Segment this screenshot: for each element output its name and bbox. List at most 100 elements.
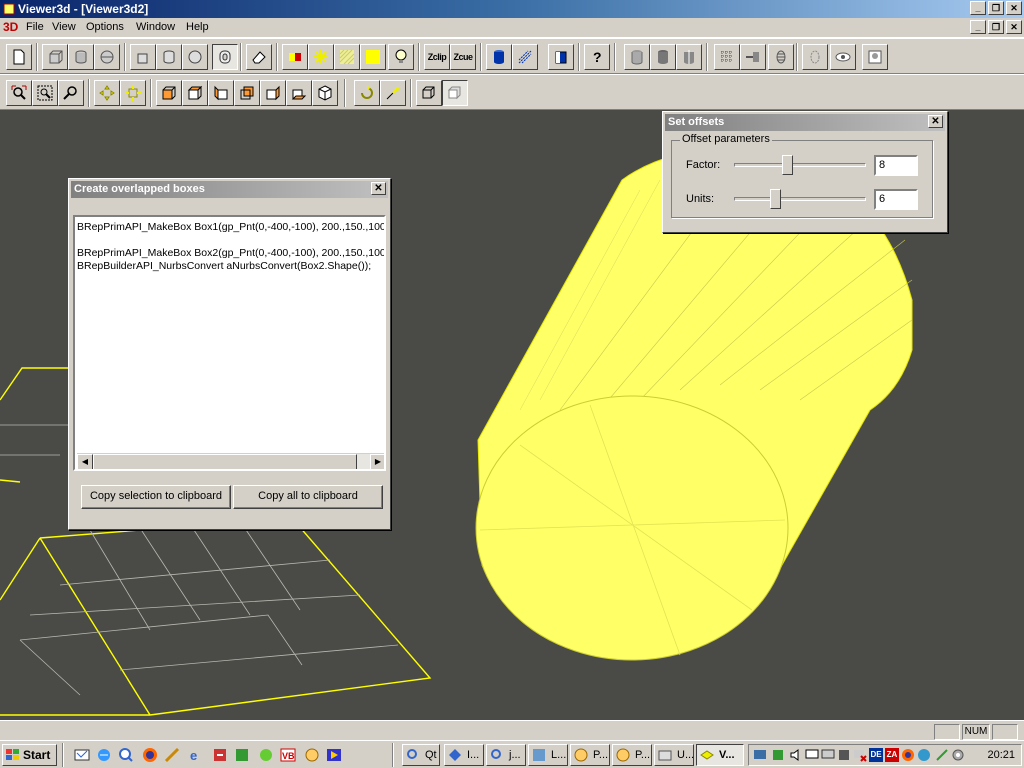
link-icon[interactable] — [935, 748, 949, 762]
mdi-restore-button[interactable]: ❐ — [988, 20, 1004, 34]
menu-file[interactable]: File — [26, 21, 44, 33]
reset-view-button[interactable] — [380, 80, 406, 106]
box-wire-button[interactable] — [130, 44, 156, 70]
task-6[interactable]: P... — [612, 744, 652, 766]
tray-app-icon[interactable] — [771, 748, 785, 762]
shaded-button[interactable] — [442, 80, 468, 106]
firefox-icon[interactable] — [142, 747, 158, 763]
monitor-icon[interactable] — [805, 748, 819, 762]
copy-selection-button[interactable]: Copy selection to clipboard — [81, 485, 231, 509]
units-slider[interactable] — [734, 197, 866, 201]
units-value-field[interactable]: 6 — [874, 189, 918, 210]
cylinder-gray-button[interactable] — [624, 44, 650, 70]
texture-button[interactable] — [334, 44, 360, 70]
show-desktop-icon[interactable] — [74, 747, 90, 763]
cylinder-half-button[interactable] — [676, 44, 702, 70]
menu-view[interactable]: View — [52, 21, 76, 33]
zclip-button[interactable]: Zclip — [424, 44, 450, 70]
task-5[interactable]: P... — [570, 744, 610, 766]
photo-button[interactable] — [862, 44, 888, 70]
network-icon[interactable] — [753, 748, 767, 762]
clock-app-icon[interactable] — [304, 747, 320, 763]
lamp-button[interactable] — [388, 44, 414, 70]
left-view-button[interactable] — [208, 80, 234, 106]
sphere-button[interactable] — [94, 44, 120, 70]
tools-icon[interactable] — [164, 747, 180, 763]
top-view-button[interactable] — [182, 80, 208, 106]
spring-button[interactable] — [768, 44, 794, 70]
copy-all-button[interactable]: Copy all to clipboard — [233, 485, 383, 509]
app-icon-red[interactable] — [212, 747, 228, 763]
shield-icon[interactable] — [917, 748, 931, 762]
front-view-button[interactable] — [156, 80, 182, 106]
menu-window[interactable]: Window — [136, 21, 175, 33]
cylinder-button[interactable] — [68, 44, 94, 70]
restore-button[interactable]: ❐ — [988, 1, 1004, 15]
factor-slider-thumb[interactable] — [782, 155, 794, 175]
pc-icon[interactable] — [821, 748, 835, 762]
internet-icon[interactable] — [96, 747, 112, 763]
zoom-button[interactable] — [58, 80, 84, 106]
mdi-close-button[interactable]: ✕ — [1006, 20, 1022, 34]
wireframe-button[interactable] — [416, 80, 442, 106]
hlr-button[interactable] — [512, 44, 538, 70]
help-button[interactable]: ? — [584, 44, 610, 70]
document-3d-badge[interactable]: 3D — [3, 20, 18, 34]
axo-view-button[interactable] — [312, 80, 338, 106]
shading-button[interactable] — [486, 44, 512, 70]
scroll-right-button[interactable]: ▶ — [370, 454, 384, 469]
torus-button[interactable] — [212, 44, 238, 70]
menu-help[interactable]: Help — [186, 21, 209, 33]
disconnected-icon[interactable] — [853, 748, 867, 762]
right-view-button[interactable] — [260, 80, 286, 106]
volume-icon[interactable] — [789, 748, 803, 762]
cpu-icon[interactable] — [837, 748, 851, 762]
cylinder-wire-button[interactable] — [156, 44, 182, 70]
bluebox-button[interactable] — [548, 44, 574, 70]
code-text-area[interactable]: BRepPrimAPI_MakeBox Box1(gp_Pnt(0,-400,-… — [73, 215, 386, 471]
task-7[interactable]: U... — [654, 744, 694, 766]
task-2[interactable]: I... — [444, 744, 484, 766]
task-4[interactable]: L... — [528, 744, 568, 766]
zoom-all-button[interactable] — [6, 80, 32, 106]
scroll-left-button[interactable]: ◀ — [77, 454, 93, 469]
green-app-icon[interactable] — [234, 747, 250, 763]
explorer-icon[interactable] — [118, 747, 134, 763]
new-document-button[interactable] — [6, 44, 32, 70]
back-view-button[interactable] — [234, 80, 260, 106]
minimize-button[interactable]: _ — [970, 1, 986, 15]
task-qt[interactable]: Qt — [402, 744, 440, 766]
factor-value-field[interactable]: 8 — [874, 155, 918, 176]
units-slider-thumb[interactable] — [770, 189, 782, 209]
mdi-minimize-button[interactable]: _ — [970, 20, 986, 34]
start-button[interactable]: Start — [2, 744, 57, 766]
zcue-button[interactable]: Zcue — [450, 44, 476, 70]
grid-button[interactable] — [714, 44, 740, 70]
eye-button[interactable] — [830, 44, 856, 70]
offsets-close-button[interactable]: ✕ — [928, 115, 943, 128]
scroll-thumb[interactable] — [93, 454, 357, 469]
language-indicator[interactable]: DE — [869, 748, 883, 762]
zonealarm-icon[interactable]: ZA — [885, 748, 899, 762]
eraser-button[interactable] — [246, 44, 272, 70]
horizontal-scrollbar[interactable]: ◀ ▶ — [77, 453, 384, 469]
firefox-tray-icon[interactable] — [901, 748, 915, 762]
dialog-close-button[interactable]: ✕ — [371, 182, 386, 195]
color-button[interactable] — [282, 44, 308, 70]
green-globe-icon[interactable] — [258, 747, 274, 763]
connector-button[interactable] — [740, 44, 766, 70]
global-pan-button[interactable] — [120, 80, 146, 106]
cylinder-dark-button[interactable] — [650, 44, 676, 70]
zoom-window-button[interactable] — [32, 80, 58, 106]
ie-icon[interactable]: e — [188, 747, 204, 763]
factor-slider[interactable] — [734, 163, 866, 167]
vb-icon[interactable]: VB — [280, 747, 296, 763]
box-button[interactable] — [42, 44, 68, 70]
bottom-view-button[interactable] — [286, 80, 312, 106]
material-button[interactable] — [360, 44, 386, 70]
gear-icon[interactable] — [951, 748, 965, 762]
light-button[interactable] — [308, 44, 334, 70]
close-button[interactable]: ✕ — [1006, 1, 1022, 15]
task-viewer3d[interactable]: V... — [696, 744, 744, 766]
sphere-wire-button[interactable] — [182, 44, 208, 70]
